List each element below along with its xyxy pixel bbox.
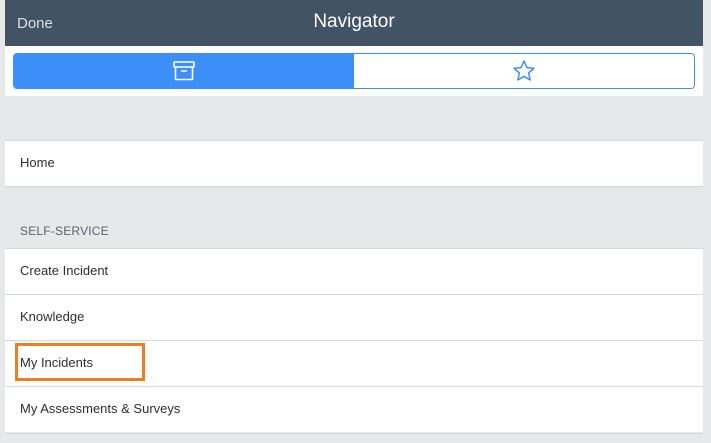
segmented-control — [13, 53, 695, 89]
list-item-label: Knowledge — [20, 309, 85, 324]
list-item-my-assessments-surveys[interactable]: My Assessments & Surveys — [5, 386, 703, 432]
list-bottom-divider — [5, 433, 703, 443]
list-item-label: Home — [20, 155, 55, 170]
navigator-panel: Done Navigator Home SELF-SERVICE Create … — [5, 0, 703, 443]
list-item-label: Create Incident — [20, 263, 109, 278]
star-icon — [354, 54, 694, 88]
list-item-home[interactable]: Home — [5, 140, 703, 186]
archive-box-icon — [14, 54, 354, 88]
list-item-knowledge[interactable]: Knowledge — [5, 294, 703, 340]
tab-all-applications[interactable] — [14, 54, 354, 88]
tab-favorites[interactable] — [354, 54, 694, 88]
section-header: SELF-SERVICE — [5, 186, 703, 249]
section-title: SELF-SERVICE — [20, 224, 109, 238]
list-item-label: My Assessments & Surveys — [20, 401, 181, 416]
page-title: Navigator — [313, 11, 395, 32]
navigator-frame: Done Navigator Home SELF-SERVICE Create … — [0, 0, 711, 443]
list-item-create-incident[interactable]: Create Incident — [5, 248, 703, 294]
highlight-box — [15, 343, 145, 381]
spacer — [5, 96, 703, 140]
header-bar: Done Navigator — [5, 0, 703, 46]
